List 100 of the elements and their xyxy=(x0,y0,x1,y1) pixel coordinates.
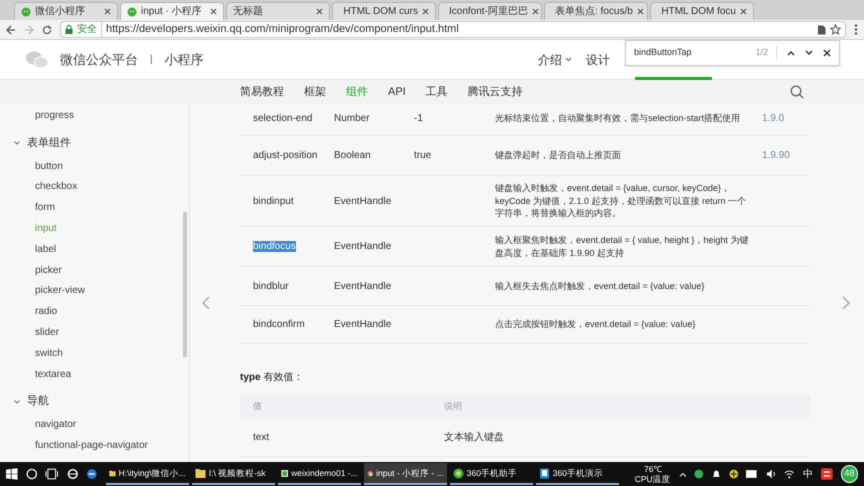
property-name: bindinput xyxy=(253,196,294,206)
find-input[interactable]: bindButtonTap xyxy=(634,46,746,60)
address-field[interactable]: 安全 https://developers.weixin.qq.com/miniprogram/dev/component/input.html xyxy=(60,21,846,38)
match-count: 1/2 xyxy=(755,46,777,60)
sidebar-item[interactable]: textarea xyxy=(14,364,189,385)
temperature-label: CPU温度 xyxy=(634,474,671,484)
reload-icon[interactable] xyxy=(42,24,52,34)
browser-tab[interactable]: Iconfont-阿里巴巴 xyxy=(438,2,542,20)
browser-tab[interactable]: HTML DOM curs xyxy=(332,2,436,20)
battery-icon[interactable] xyxy=(746,470,758,478)
window-title: 360手机演示 xyxy=(552,466,603,480)
product-name[interactable]: 小程序 xyxy=(164,50,204,70)
sidebar-item[interactable]: picker-view xyxy=(14,280,189,302)
type-cell: Boolean xyxy=(334,150,371,161)
sidebar-item[interactable]: switch xyxy=(14,342,189,364)
sidebar-group[interactable]: 导航 xyxy=(27,393,49,410)
sidebar-item[interactable]: functional-page-navigator xyxy=(14,435,189,456)
close-icon[interactable] xyxy=(422,8,429,15)
window-title: input - 小程序 - ... xyxy=(376,466,444,480)
close-icon[interactable] xyxy=(532,8,539,15)
nav-link[interactable]: 设计 xyxy=(586,50,610,68)
close-icon[interactable] xyxy=(636,8,644,15)
edge-icon[interactable] xyxy=(86,468,98,480)
close-icon[interactable] xyxy=(104,8,111,15)
browser-tab[interactable]: 微信小程序 xyxy=(14,2,118,20)
property-name: selection-end xyxy=(253,113,312,124)
input-method[interactable]: 中 xyxy=(803,466,814,482)
search-icon[interactable] xyxy=(26,468,38,480)
close-icon[interactable] xyxy=(823,49,831,57)
star-icon[interactable] xyxy=(830,24,841,35)
security-label: 安全 xyxy=(77,22,102,37)
browser-tab[interactable]: 表单焦点: focus/b xyxy=(544,2,648,20)
sidebar-item[interactable]: button xyxy=(14,156,189,177)
task-view-icon[interactable] xyxy=(45,468,59,480)
back-icon[interactable] xyxy=(6,24,16,34)
taskbar-button[interactable]: H:\itying\微信小... xyxy=(106,463,189,485)
description-cell: 输入框失去焦点时触发，event.detail = {value: value} xyxy=(495,280,704,291)
wifi-icon[interactable] xyxy=(784,469,796,479)
close-icon[interactable] xyxy=(210,8,217,15)
sidebar-group[interactable]: 表单组件 xyxy=(27,134,71,152)
taskbar-button[interactable]: 360手机助手 xyxy=(450,463,533,485)
description-cell: 输入框聚焦时触发，event.detail = { value, height }，height 为键盘高度，在基础库 1.9.90 起支持 xyxy=(495,235,748,258)
close-icon[interactable] xyxy=(316,8,323,15)
window-title: 360手机助手 xyxy=(466,466,517,480)
caret-icon[interactable] xyxy=(14,140,20,145)
start-icon[interactable] xyxy=(6,468,18,480)
browser-tab[interactable]: input · 小程序 xyxy=(120,2,224,20)
nav-tab[interactable]: 腾讯云支持 xyxy=(468,84,523,101)
sidebar-item[interactable]: navigator xyxy=(14,414,189,436)
sidebar-item[interactable]: slider xyxy=(14,322,189,343)
nav-link[interactable]: 介绍 xyxy=(538,50,572,68)
phone-icon xyxy=(538,468,550,478)
taskbar-button[interactable]: I:\ 视频教程-sk xyxy=(192,463,275,485)
caret-icon[interactable] xyxy=(14,400,20,404)
taskbar-button[interactable]: input - 小程序 - ... xyxy=(364,463,447,485)
app-icon[interactable] xyxy=(821,468,833,480)
tab-title: HTML DOM curs xyxy=(343,5,418,19)
browser-tab[interactable]: HTML DOM focu xyxy=(650,2,754,20)
sidebar-item[interactable]: radio xyxy=(14,301,189,322)
volume-icon[interactable] xyxy=(766,469,776,479)
nav-tab[interactable]: 工具 xyxy=(426,84,448,101)
plus-icon[interactable] xyxy=(728,469,738,479)
taskbar-button[interactable]: 360手机演示 xyxy=(536,463,619,485)
browser-icon[interactable] xyxy=(66,468,78,480)
sidebar-item[interactable]: progress xyxy=(14,105,189,126)
ball-icon xyxy=(452,468,464,478)
nav-tab[interactable]: API xyxy=(388,84,406,101)
description-cell: 点击完成按钮时触发，event.detail = {value: value} xyxy=(495,319,696,330)
type-cell: EventHandle xyxy=(334,196,392,206)
browser-tab[interactable]: 无标题 xyxy=(226,2,330,20)
chat-icon xyxy=(127,6,137,16)
property-name: adjust-position xyxy=(253,150,318,161)
taskbar-button[interactable]: weixindemo01 -... xyxy=(278,463,361,485)
scrollbar[interactable] xyxy=(183,212,187,357)
brand-name[interactable]: 微信公众平台 xyxy=(60,50,138,70)
sidebar-item[interactable]: form xyxy=(14,197,189,218)
section-heading: type 有效值： xyxy=(240,371,304,385)
type-cell: EventHandle xyxy=(334,241,392,252)
chevron-up-icon[interactable] xyxy=(678,472,686,476)
tab-title: 微信小程序 xyxy=(35,4,86,19)
description-cell: 光标结束位置，自动聚集时有效，需与selection-start搭配使用 xyxy=(495,113,740,124)
description-cell: 键盘输入时触发，event.detail = {value, cursor, keyCode}，keyCode 为键值，2.1.0 起支持，处理函数可以直接 return 一个字符串，将替换输入框的内容。 xyxy=(495,183,746,218)
next-icon[interactable] xyxy=(805,50,813,56)
menu-icon[interactable] xyxy=(854,24,858,35)
nav-tab[interactable]: 简易教程 xyxy=(240,84,284,101)
close-icon[interactable] xyxy=(740,8,747,15)
app-icon xyxy=(280,468,288,478)
shield-icon[interactable] xyxy=(694,469,704,479)
chevron-down-icon[interactable] xyxy=(565,57,572,62)
sidebar-item[interactable]: label xyxy=(14,238,189,260)
table-cell: text xyxy=(253,432,270,443)
previous-icon[interactable] xyxy=(787,50,795,56)
tab-title: 表单焦点: focus/b xyxy=(555,4,633,19)
nav-tab[interactable]: 框架 xyxy=(304,84,326,101)
folder-icon xyxy=(108,468,116,478)
page-icon[interactable] xyxy=(817,24,826,34)
type-cell: EventHandle xyxy=(334,319,392,330)
bell-icon[interactable] xyxy=(712,469,721,479)
sidebar-item[interactable]: checkbox xyxy=(14,176,189,198)
sidebar-item[interactable]: picker xyxy=(14,260,189,281)
